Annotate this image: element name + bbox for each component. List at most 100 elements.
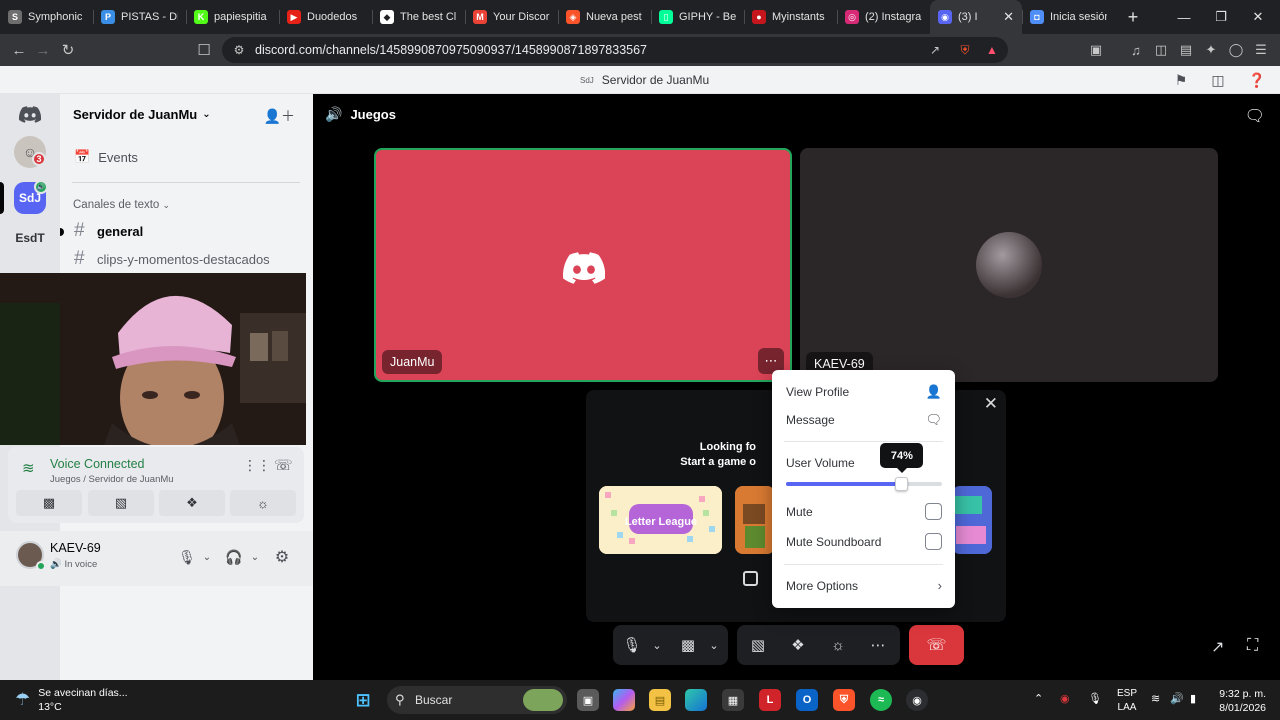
mute-soundboard-checkbox[interactable] [925, 533, 942, 550]
channel-general[interactable]: # general [74, 220, 143, 242]
volume-icon[interactable]: 🔊 [1170, 692, 1184, 705]
chevron-down-icon[interactable]: ⌄ [646, 625, 668, 665]
microphone-icon[interactable]: 🎙 [621, 625, 643, 665]
invite-people-icon[interactable]: 👤＋ [264, 106, 295, 126]
site-info-icon[interactable]: ⚙ [231, 42, 247, 58]
volume-slider-handle[interactable] [895, 477, 909, 491]
chevron-up-icon[interactable]: ⌃ [1034, 692, 1043, 705]
settings-gear-icon[interactable]: ⚙ [273, 548, 291, 566]
disconnect-button[interactable]: ☏ [909, 625, 964, 665]
microphone-tray-icon[interactable]: 🎙 [1088, 692, 1102, 705]
brave-shields-icon[interactable]: ⛨ [957, 42, 973, 58]
windows-start-icon[interactable]: ⊞ [352, 689, 374, 711]
chevron-down-icon[interactable]: ⌄ [198, 548, 216, 566]
inbox-icon[interactable]: ◫ [1210, 72, 1226, 88]
mute-checkbox[interactable] [925, 503, 942, 520]
soundboard-button[interactable]: ☼ [230, 490, 296, 516]
connection-signal-icon[interactable]: ≋ [22, 459, 35, 477]
pop-out-icon[interactable]: ↗ [1211, 637, 1224, 657]
avatar-server-button[interactable]: ☺ 3 [14, 136, 46, 168]
chat-bubble-icon[interactable]: 🗨 [1245, 106, 1265, 126]
address-bar[interactable]: ⚙ discord.com/channels/14589908709750909… [222, 37, 1008, 63]
browser-tab[interactable]: P PISTAS - DE [93, 0, 186, 34]
browser-tab[interactable]: ▯ GIPHY - Be [651, 0, 744, 34]
maximize-icon[interactable]: ❐ [1203, 0, 1239, 34]
message-item[interactable]: Message 🗨 [786, 412, 942, 428]
events-link[interactable]: 📅 Events [74, 149, 138, 165]
close-tab-icon[interactable]: ✕ [1003, 9, 1014, 25]
help-icon[interactable]: ❓ [1248, 72, 1265, 88]
camera-off-icon[interactable]: ▩ [675, 625, 701, 665]
fullscreen-icon[interactable]: ⛶ [1247, 637, 1258, 655]
minimize-icon[interactable]: — [1166, 0, 1202, 34]
browser-tab[interactable]: ◈ Nueva pest [558, 0, 651, 34]
back-icon[interactable]: ← [7, 38, 31, 62]
edge-icon[interactable] [685, 689, 707, 711]
discord-home-button[interactable] [14, 98, 46, 130]
activities-button[interactable]: ❖ [159, 490, 225, 516]
username[interactable]: KAEV-69 [50, 541, 101, 555]
discord-taskbar-icon[interactable]: ◉ [906, 689, 928, 711]
share-screen-button[interactable]: ▧ [88, 490, 154, 516]
chevron-down-icon[interactable]: ⌄ [704, 625, 724, 665]
vpn-icon[interactable]: ◯ [1228, 42, 1244, 58]
browser-tab[interactable]: ▶ Duodedos [279, 0, 372, 34]
browser-tab[interactable]: S Symphonic [0, 0, 93, 34]
voice-status[interactable]: Voice Connected [50, 457, 145, 471]
browser-tab[interactable]: M Your Discor [465, 0, 558, 34]
spotify-icon[interactable]: ≈ [870, 689, 892, 711]
activity-card-2[interactable] [735, 486, 775, 554]
category-text-channels[interactable]: Canales de texto ⌄ [73, 199, 170, 211]
activity-card-letter-league[interactable]: Letter League [599, 486, 722, 554]
more-options-item[interactable]: More Options › [786, 578, 942, 593]
browser-tab[interactable]: ● Myinstants [744, 0, 837, 34]
esdt-server-button[interactable]: EsdT [14, 222, 46, 254]
browser-tab[interactable]: Kpapiespitia [186, 0, 279, 34]
store-icon[interactable]: ▦ [722, 689, 744, 711]
participant-tile-kaev[interactable]: KAEV-69 [800, 148, 1218, 382]
file-explorer-icon[interactable]: ▤ [649, 689, 671, 711]
weather-widget[interactable]: ☂ Se avecinan días... 13°C [15, 686, 128, 714]
browser-tab[interactable]: ◆ The best Cl [372, 0, 465, 34]
flag-icon[interactable]: ⚑ [1173, 72, 1189, 88]
activities-icon[interactable]: ❖ [785, 625, 811, 665]
task-view-icon[interactable]: ▣ [577, 689, 599, 711]
brave-icon[interactable]: ⛨ [833, 689, 855, 711]
sdj-server-button[interactable]: SdJ 🔊 [14, 180, 48, 214]
tray-app-icon[interactable]: ◉ [1060, 692, 1070, 705]
headphones-icon[interactable]: 🎧 [225, 548, 243, 566]
copilot-icon[interactable] [613, 689, 635, 711]
mute-item[interactable]: Mute [786, 503, 942, 520]
outlook-icon[interactable]: O [796, 689, 818, 711]
voice-location[interactable]: Juegos / Servidor de JuanMu [50, 474, 174, 485]
system-clock[interactable]: 9:32 p. m. 8/01/2026 [1219, 687, 1266, 715]
camera-toggle-button[interactable]: ▩ [16, 490, 82, 516]
more-options-icon[interactable]: ⋯ [865, 625, 891, 665]
browser-tab[interactable]: ◘ Inicia sesión [1022, 0, 1115, 34]
wallet-icon[interactable]: ▤ [1178, 42, 1194, 58]
forward-icon[interactable]: → [31, 38, 55, 62]
leo-ai-icon[interactable]: ✦ [1203, 42, 1219, 58]
brave-rewards-icon[interactable]: ▲ [984, 42, 1000, 58]
microphone-icon[interactable]: 🎙 [178, 548, 196, 566]
chevron-down-icon[interactable]: ⌄ [246, 548, 264, 566]
new-tab-button[interactable]: + [1119, 7, 1147, 28]
menu-icon[interactable]: ☰ [1253, 42, 1269, 58]
view-profile-item[interactable]: View Profile 👤 [786, 384, 942, 400]
battery-icon[interactable]: ▮ [1190, 692, 1196, 705]
soundboard-icon[interactable]: ☼ [825, 625, 851, 665]
browser-tab[interactable]: ◉ (3) I ✕ [930, 0, 1022, 34]
user-volume-slider[interactable] [786, 477, 942, 491]
webcam-preview[interactable] [0, 273, 306, 445]
browser-tab[interactable]: ◎ (2) Instagra [837, 0, 930, 34]
media-icon[interactable]: ♫ [1128, 42, 1144, 58]
activity-card-3[interactable] [952, 486, 992, 554]
noise-suppression-icon[interactable]: ⋮⋮ [243, 457, 271, 474]
reload-icon[interactable]: ↻ [56, 38, 80, 62]
mute-soundboard-item[interactable]: Mute Soundboard [786, 533, 942, 550]
app-l-icon[interactable]: L [759, 689, 781, 711]
close-window-icon[interactable]: ✕ [1240, 0, 1276, 34]
activity-checkbox[interactable] [743, 571, 758, 586]
taskbar-search[interactable]: ⚲ Buscar [387, 686, 567, 714]
sidebar-toggle-icon[interactable]: ◫ [1153, 42, 1169, 58]
